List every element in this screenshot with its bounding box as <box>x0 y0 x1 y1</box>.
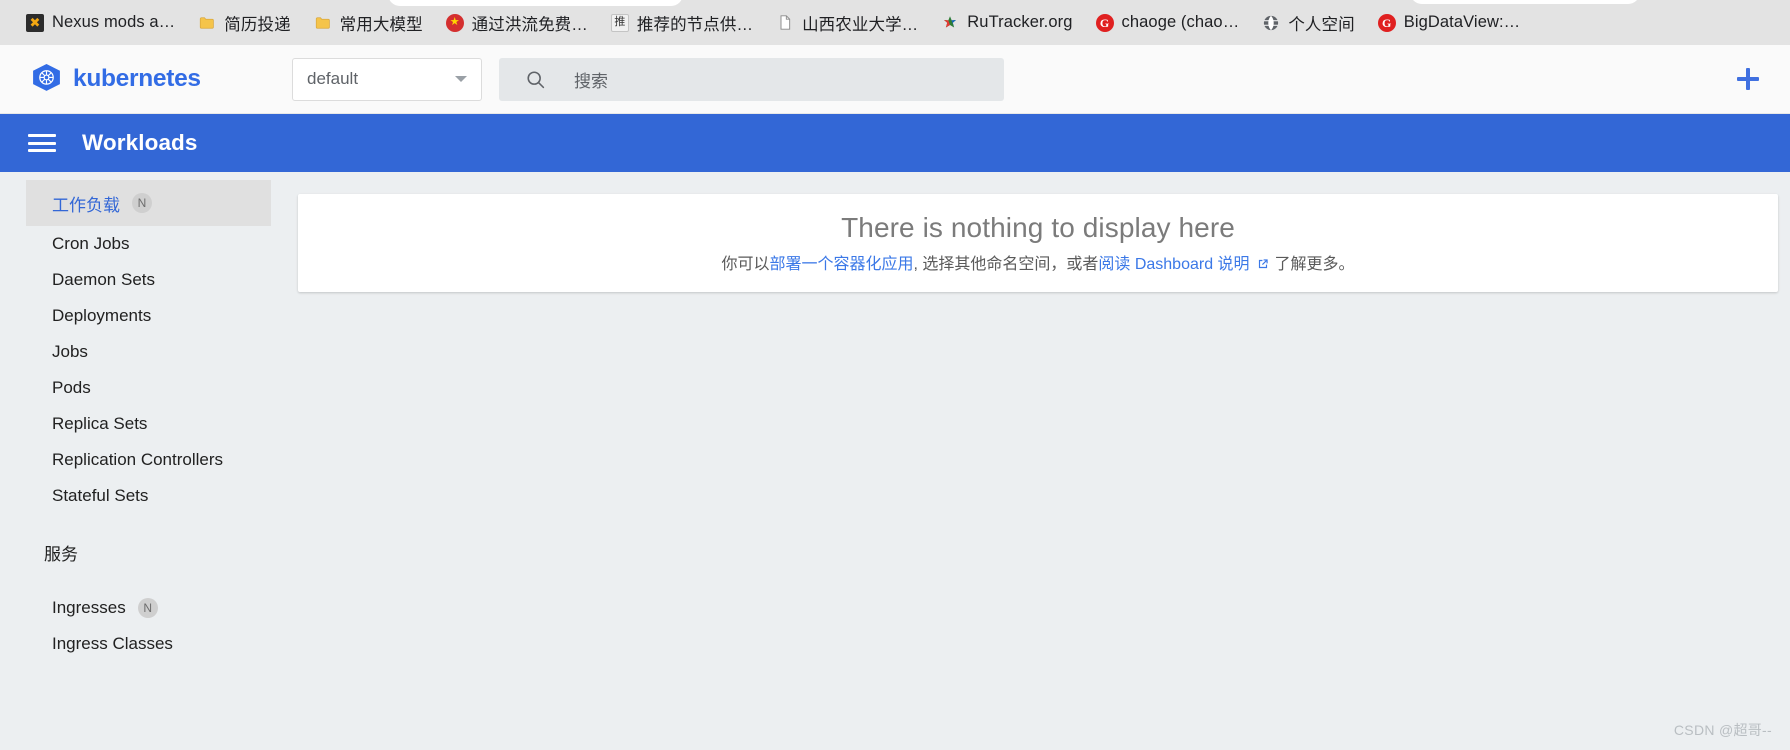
kubernetes-helm-icon <box>30 63 63 96</box>
plus-icon <box>1737 68 1759 90</box>
browser-bookmarks-bar: ✖ Nexus mods a… 简历投递 常用大模型 ★ 通过洪流免费… 推 推… <box>0 0 1790 45</box>
bookmark-label: 通过洪流免费… <box>471 15 588 34</box>
empty-state-suffix: 了解更多。 <box>1274 256 1355 273</box>
bookmark-label: chaoge (chao… <box>1121 13 1240 31</box>
empty-state-card: There is nothing to display here 你可以 部署一… <box>298 194 1778 292</box>
china-emblem-icon: ★ <box>445 13 464 32</box>
bookmark-label: 山西农业大学… <box>802 15 919 34</box>
empty-state-title: There is nothing to display here <box>841 212 1235 243</box>
sidebar-item-replication-controllers[interactable]: Replication Controllers <box>0 442 271 478</box>
brand-wordmark: kubernetes <box>73 65 201 92</box>
bookmark-label: Nexus mods a… <box>52 13 176 31</box>
sidebar-item-label: Ingresses <box>52 598 126 617</box>
sidebar-section-services[interactable]: 服务 <box>0 534 271 570</box>
status-badge: N <box>132 193 152 213</box>
sidebar-item-deployments[interactable]: Deployments <box>0 298 271 334</box>
sidebar-item-workloads[interactable]: 工作负载 N <box>26 180 271 226</box>
bookmark-label: BigDataView:… <box>1403 13 1521 31</box>
bookmark-shanxi-agri-univ[interactable]: 山西农业大学… <box>768 7 926 39</box>
bookmark-label: 推荐的节点供… <box>636 15 754 34</box>
bookmark-bigdataview[interactable]: G BigDataView:… <box>1370 9 1529 36</box>
bookmark-label: 个人空间 <box>1288 15 1355 34</box>
namespace-selected-value: default <box>307 69 359 88</box>
empty-state-prefix: 你可以 <box>721 256 770 273</box>
sidebar-item-label: Daemon Sets <box>52 270 155 289</box>
globe-icon <box>1262 14 1280 32</box>
namespace-select[interactable]: default <box>292 57 482 101</box>
tui-icon: 推 <box>610 13 629 32</box>
document-icon <box>776 14 794 32</box>
search-input[interactable]: 搜索 <box>499 57 1004 101</box>
search-icon <box>525 69 546 90</box>
folder-icon <box>198 14 216 32</box>
bookmark-label: RuTracker.org <box>967 13 1073 31</box>
sidebar-item-label: Pods <box>52 378 91 397</box>
sidebar-item-label: Ingress Classes <box>52 634 173 653</box>
sidebar-section-spacer <box>0 570 271 590</box>
hamburger-menu-icon[interactable] <box>28 132 56 154</box>
body-area: 工作负载 N Cron Jobs Daemon Sets Deployments… <box>0 172 1790 750</box>
nexus-icon: ✖ <box>26 13 44 32</box>
empty-state-subtitle: 你可以 部署一个容器化应用 , 选择其他命名空间，或者 阅读 Dashboard… <box>721 250 1354 274</box>
folder-icon <box>314 14 332 32</box>
sidebar-item-label: 工作负载 <box>52 195 120 215</box>
tab-strip-nub <box>388 0 683 6</box>
sidebar-item-jobs[interactable]: Jobs <box>0 334 271 370</box>
sidebar-item-label: Jobs <box>52 342 88 361</box>
bookmark-personal-space[interactable]: 个人空间 <box>1254 7 1362 39</box>
sidebar-item-label: Stateful Sets <box>52 486 149 505</box>
bookmark-nexus-mods[interactable]: ✖ Nexus mods a… <box>18 9 183 36</box>
status-badge: N <box>137 598 158 618</box>
sidebar-item-cron-jobs[interactable]: Cron Jobs <box>0 226 271 262</box>
gitee-icon: G <box>1377 13 1396 32</box>
sidebar-item-ingresses[interactable]: Ingresses N <box>0 590 271 626</box>
chevron-down-icon <box>455 76 467 82</box>
tab-strip-nub-secondary <box>1410 0 1640 4</box>
search-placeholder: 搜索 <box>574 71 608 91</box>
sidebar-navigation: 工作负载 N Cron Jobs Daemon Sets Deployments… <box>0 172 272 750</box>
external-link-icon <box>1256 257 1270 271</box>
bookmark-folder-jianli[interactable]: 简历投递 <box>190 7 298 39</box>
sidebar-item-label: Replication Controllers <box>52 450 224 469</box>
page-title: Workloads <box>82 130 198 155</box>
brand-logo-group[interactable]: kubernetes <box>30 63 292 96</box>
bookmark-node-recommend[interactable]: 推 推荐的节点供… <box>603 7 761 39</box>
sidebar-group-workloads: 工作负载 N Cron Jobs Daemon Sets Deployments… <box>0 180 271 514</box>
sidebar-item-label: Deployments <box>52 306 152 325</box>
bookmark-label: 简历投递 <box>224 15 291 34</box>
sidebar-item-daemon-sets[interactable]: Daemon Sets <box>0 262 271 298</box>
create-resource-button[interactable] <box>1728 59 1768 99</box>
rutracker-icon <box>941 14 959 32</box>
sidebar-group-divider <box>0 514 271 534</box>
sidebar-item-pods[interactable]: Pods <box>0 370 271 406</box>
gitee-icon: G <box>1095 13 1114 32</box>
sidebar-section-label: 服务 <box>44 544 78 564</box>
bookmark-folder-llm[interactable]: 常用大模型 <box>306 7 431 39</box>
empty-state-middle: , 选择其他命名空间，或者 <box>913 256 1099 273</box>
main-content: There is nothing to display here 你可以 部署一… <box>272 172 1790 750</box>
sidebar-item-label: Cron Jobs <box>52 234 130 253</box>
sidebar-item-ingress-classes[interactable]: Ingress Classes <box>0 626 271 662</box>
bookmark-torrent-site[interactable]: ★ 通过洪流免费… <box>438 7 596 39</box>
csdn-watermark: CSDN @超哥-- <box>1673 722 1772 738</box>
bookmark-label: 常用大模型 <box>339 15 423 34</box>
bookmark-chaoge-gitee[interactable]: G chaoge (chao… <box>1088 9 1248 36</box>
sidebar-item-label: Replica Sets <box>52 414 148 433</box>
deploy-app-link[interactable]: 部署一个容器化应用 <box>769 250 913 274</box>
app-header: kubernetes default 搜索 <box>0 45 1790 114</box>
bookmark-rutracker[interactable]: RuTracker.org <box>933 9 1080 36</box>
sidebar-group-services: 服务 Ingresses N Ingress Classes <box>0 534 271 662</box>
sidebar-item-replica-sets[interactable]: Replica Sets <box>0 406 271 442</box>
page-toolbar: Workloads <box>0 114 1790 172</box>
dashboard-docs-link[interactable]: 阅读 Dashboard 说明 <box>1098 250 1249 274</box>
sidebar-item-stateful-sets[interactable]: Stateful Sets <box>0 478 271 514</box>
